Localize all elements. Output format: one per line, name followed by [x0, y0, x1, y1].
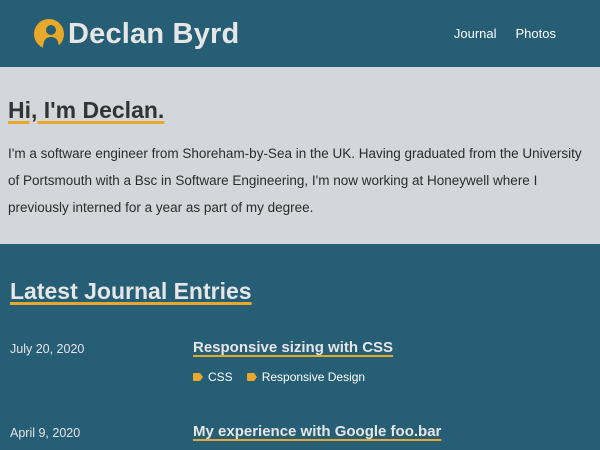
nav-photos[interactable]: Photos: [516, 26, 556, 42]
entry-tags: CSS Responsive Design: [193, 369, 365, 385]
tag-label: Responsive Design: [261, 370, 366, 384]
intro-section: Hi, I'm Declan. I'm a software engineer …: [0, 67, 600, 244]
entry-date: July 20, 2020: [10, 342, 85, 356]
entry-title-link[interactable]: Responsive sizing with CSS: [193, 338, 393, 358]
entry-date: April 9, 2020: [10, 426, 81, 440]
home-link[interactable]: Declan Byrd: [34, 17, 239, 51]
latest-entries-heading: Latest Journal Entries: [10, 278, 252, 304]
nav-journal[interactable]: Journal: [454, 26, 497, 42]
site-title: Declan Byrd: [68, 18, 240, 50]
intro-heading: Hi, I'm Declan.: [8, 97, 165, 123]
user-silhouette-icon: [34, 19, 64, 49]
site-header: Declan Byrd Journal Photos: [0, 0, 600, 67]
main-nav: Journal Photos: [454, 26, 556, 42]
tag-icon: [193, 373, 203, 381]
tag-css[interactable]: CSS: [193, 369, 233, 385]
intro-text: I'm a software engineer from Shoreham-by…: [8, 146, 582, 215]
tag-label: CSS: [208, 370, 233, 384]
tag-responsive-design[interactable]: Responsive Design: [246, 369, 366, 385]
entry-title-link[interactable]: My experience with Google foo.bar: [193, 422, 441, 442]
tag-icon: [246, 373, 257, 381]
